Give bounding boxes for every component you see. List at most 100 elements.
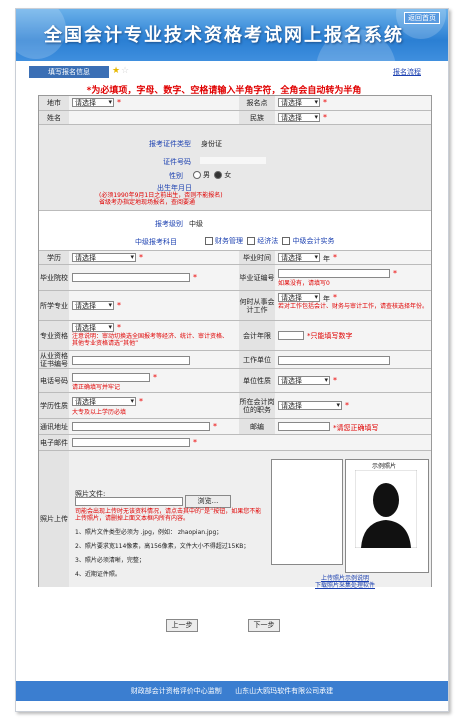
subject-checkbox[interactable] <box>282 237 291 245</box>
subject-checkbox[interactable] <box>247 237 256 245</box>
required-mark: * <box>213 422 217 431</box>
tab-bar: 填写报名信息 ★ ☆ 报名流程 <box>19 66 429 80</box>
photo-rule-3: 3、照片必须清晰，完整； <box>75 557 145 564</box>
grad-time-unit: 年 <box>323 255 330 263</box>
photo-rule-1: 1、照片文件类型必须为 .jpg，例如： zhaopian.jpg； <box>75 529 223 536</box>
form-row: 所学专业 请选择 * 何时从事会计工作 请选择 年 * 若对工作包括会计、财务与… <box>39 290 431 321</box>
form-row: 电话号码 * 请正确填写并牢记 单位性质 请选择 * <box>39 368 431 393</box>
form-row: 姓名 民族 请选择 * <box>39 110 431 125</box>
process-link[interactable]: 报名流程 <box>393 67 421 77</box>
sample-photo-frame: 示例照片 <box>345 459 429 573</box>
required-mark: * <box>193 438 197 447</box>
qual-label: 专业资格 <box>39 321 69 351</box>
required-mark: * <box>333 253 337 262</box>
browse-button[interactable]: 浏览... <box>185 495 231 508</box>
employer-field[interactable] <box>278 356 390 365</box>
email-field[interactable] <box>72 438 190 447</box>
post-label: 所在会计岗位的职务 <box>239 393 275 419</box>
form-row: 通讯地址 * 邮编 *请您正确填写 <box>39 418 431 435</box>
major-select[interactable]: 请选择 <box>72 301 114 310</box>
required-mark: * <box>117 323 121 332</box>
work-time-label: 何时从事会计工作 <box>239 291 275 321</box>
required-mark: * <box>139 253 143 262</box>
gender-male-label: 男 <box>203 171 210 179</box>
required-mark: * <box>345 401 349 410</box>
required-mark: * <box>323 113 327 122</box>
footer-org: 财政部会计资格评价中心监制 <box>130 687 222 695</box>
grad-time-label: 毕业时间 <box>239 251 275 265</box>
qual-select[interactable]: 请选择 <box>72 323 114 332</box>
years-note: *只能填写数字 <box>307 332 353 340</box>
phone-label: 电话号码 <box>39 369 69 393</box>
required-mark: * <box>323 98 327 107</box>
subject-group: 财务管理 经济法 中级会计实务 <box>203 236 334 246</box>
form-row: 毕业院校 * 毕业证编号 * 如果没有，请填写0 <box>39 264 431 291</box>
address-field[interactable] <box>72 422 210 431</box>
form-row: 学历性质 请选择 * 大专及以上学历必填 所在会计岗位的职务 请选择 * <box>39 392 431 419</box>
uploaded-photo-preview <box>271 459 343 565</box>
id-no-field[interactable] <box>199 156 267 165</box>
photo-section: 照片上传 照片文件: 浏览... 司能会出现上传时无该资料情况，请点击其中的“是… <box>39 450 431 589</box>
required-mark: * <box>117 98 121 107</box>
birth-note-2: 省级考办指定地现场报名，查阅要通 <box>99 199 196 206</box>
sample-portrait-icon <box>355 470 417 548</box>
qual-cert-field[interactable] <box>72 356 190 365</box>
footer: 财政部会计资格评价中心监制 山东山大鸥玛软件有限公司承建 <box>16 681 448 701</box>
required-mark: * <box>153 373 157 382</box>
name-label: 姓名 <box>39 111 69 125</box>
photo-software-link[interactable]: 下载照片采集处理软件 <box>315 582 375 589</box>
years-field[interactable] <box>278 331 304 340</box>
region-select[interactable]: 请选择 <box>72 98 114 107</box>
prev-button[interactable]: 上一步 <box>166 619 198 632</box>
photo-label: 照片上传 <box>39 451 69 587</box>
form-row: 电子邮件 * <box>39 434 431 451</box>
degree-type-select[interactable]: 请选择 <box>72 397 136 406</box>
sample-photo-label: 示例照片 <box>372 463 397 470</box>
app-title: 全国会计专业技术资格考试网上报名系统 <box>44 25 404 46</box>
gender-female-radio[interactable] <box>214 171 223 179</box>
grad-time-select[interactable]: 请选择 <box>278 253 320 262</box>
work-time-note: 若对工作包括会计、财务与审计工作，请查核选择年份。 <box>278 303 429 310</box>
photo-file-field[interactable] <box>75 497 183 506</box>
subject-label: 中级报考科目 <box>135 238 177 246</box>
subject-checkbox[interactable] <box>205 237 213 245</box>
level-label: 报考级别 <box>155 220 183 228</box>
registration-form: 地市 请选择 * 报名点 请选择 * 姓名 民族 请选择 * 报考证件类型 身份… <box>38 95 432 589</box>
next-button[interactable]: 下一步 <box>248 619 280 632</box>
subject-2: 经济法 <box>257 237 279 245</box>
cert-no-field[interactable] <box>278 269 390 278</box>
home-button[interactable]: 返回首页 <box>404 12 440 24</box>
major-label: 所学专业 <box>39 291 69 321</box>
star-icon: ☆ <box>121 66 130 76</box>
required-mark: * <box>117 301 121 310</box>
years-label: 会计年限 <box>239 321 275 351</box>
star-icon: ★ <box>112 66 121 76</box>
education-label: 学历 <box>39 251 69 265</box>
identity-block: 报考证件类型 身份证 证件号码 性别 男 女 出生年月日 (必须1990年9月1… <box>39 124 431 211</box>
photo-help-link[interactable]: 上传照片示例说明 <box>321 575 369 582</box>
unit-type-label: 单位性质 <box>239 369 275 393</box>
tab-fill-info[interactable]: 填写报名信息 <box>29 66 109 78</box>
gender-female-label: 女 <box>224 171 232 179</box>
site-select[interactable]: 请选择 <box>278 98 320 107</box>
phone-field[interactable] <box>72 373 150 382</box>
required-mark: * <box>393 269 397 278</box>
zip-field[interactable] <box>278 422 330 431</box>
gender-male-radio[interactable] <box>193 171 201 179</box>
email-label: 电子邮件 <box>39 435 69 451</box>
level-value: 中级 <box>189 220 203 228</box>
post-select[interactable]: 请选择 <box>278 401 342 410</box>
id-type-label: 报考证件类型 <box>149 140 191 148</box>
address-label: 通讯地址 <box>39 419 69 435</box>
degree-type-note: 大专及以上学历必填 <box>72 409 127 416</box>
subject-3: 中级会计实务 <box>292 237 335 245</box>
employer-label: 工作单位 <box>239 351 275 369</box>
unit-type-select[interactable]: 请选择 <box>278 376 330 385</box>
id-no-label: 证件号码 <box>163 158 191 166</box>
work-time-select[interactable]: 请选择 <box>278 293 320 302</box>
ethnic-select[interactable]: 请选择 <box>278 113 320 122</box>
zip-note: *请您正确填写 <box>333 424 379 432</box>
school-field[interactable] <box>72 273 190 282</box>
form-row: 专业资格 请选择 * 注意说明：审动切换选全国报考等经济、统计、审计资格、其他专… <box>39 320 431 351</box>
education-select[interactable]: 请选择 <box>72 253 136 262</box>
